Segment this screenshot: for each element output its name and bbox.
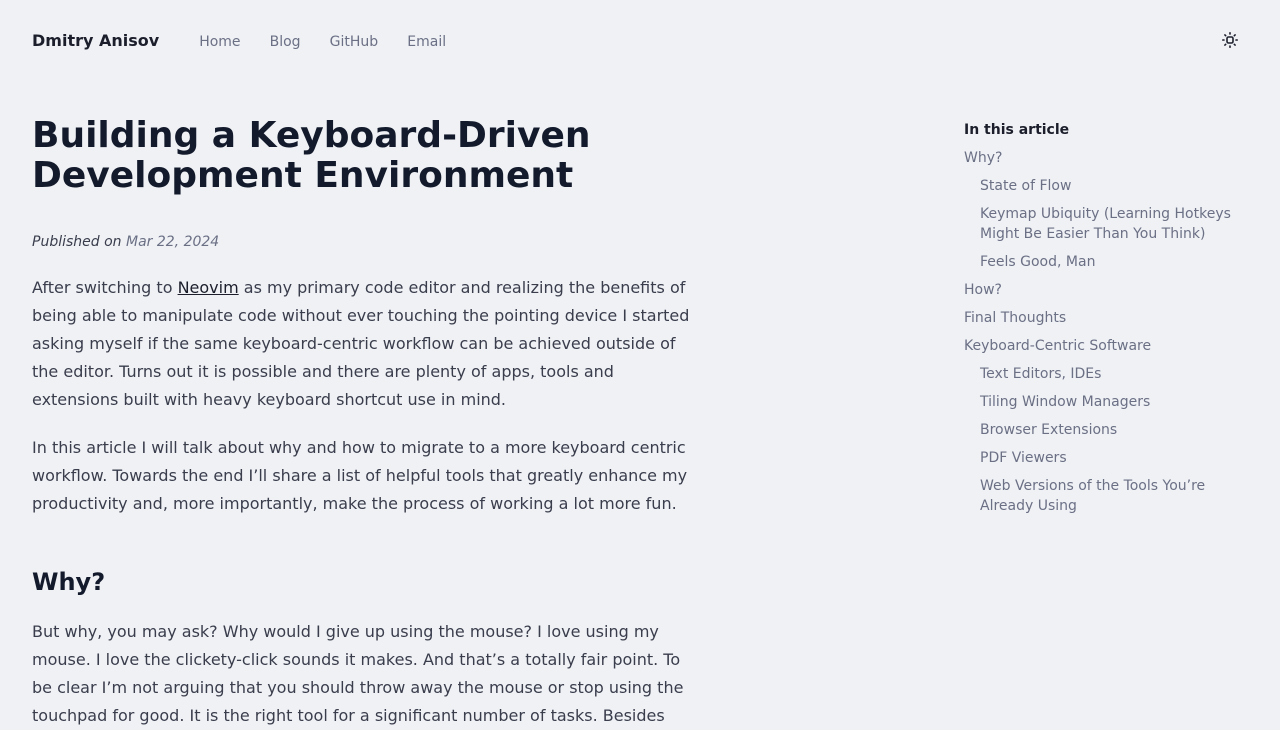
intro-paragraph-2: In this article I will talk about why an… — [32, 438, 688, 513]
main-nav: Home Blog GitHub Email — [199, 31, 470, 50]
toc-item-keyboard-centric-software[interactable]: Keyboard-Centric Software — [964, 336, 1254, 356]
published-label: Published on — [32, 234, 122, 250]
published-line: Published on Mar 22, 2024 — [32, 232, 696, 252]
intro-paragraph-1: After switching to Neovim as my primary … — [32, 274, 696, 414]
nav-blog[interactable]: Blog — [270, 34, 301, 50]
toc-item-how[interactable]: How? — [964, 280, 1254, 300]
article-title: Building a Keyboard-Driven Development E… — [32, 115, 591, 196]
toc-item-tiling-wm[interactable]: Tiling Window Managers — [964, 392, 1254, 412]
site-name-link[interactable]: Dmitry Anisov — [32, 31, 159, 50]
site-header: Dmitry Anisov Home Blog GitHub Email — [32, 28, 470, 52]
why-paragraph-1: But why, you may ask? Why would I give u… — [32, 622, 684, 725]
toc-item-keymap-ubiquity[interactable]: Keymap Ubiquity (Learning Hotkeys Might … — [964, 204, 1254, 244]
intro-p1-text-after: as my primary code editor and realizing … — [32, 278, 690, 409]
nav-email[interactable]: Email — [407, 34, 446, 50]
toc-item-pdf-viewers[interactable]: PDF Viewers — [964, 448, 1254, 468]
toc-item-state-of-flow[interactable]: State of Flow — [964, 176, 1254, 196]
published-date: Mar 22, 2024 — [126, 234, 220, 250]
toc-item-final-thoughts[interactable]: Final Thoughts — [964, 308, 1254, 328]
toc-item-why[interactable]: Why? — [964, 148, 1254, 168]
intro-p1-text-before: After switching to — [32, 278, 178, 297]
neovim-link[interactable]: Neovim — [178, 278, 239, 297]
nav-github[interactable]: GitHub — [330, 34, 379, 50]
toc-item-feels-good[interactable]: Feels Good, Man — [964, 252, 1254, 272]
toc-title: In this article — [964, 122, 1070, 138]
section-why-heading: Why? — [32, 568, 106, 596]
theme-toggle-button[interactable] — [1220, 30, 1240, 50]
sun-icon — [1222, 32, 1238, 48]
table-of-contents: In this article Why? State of Flow Keyma… — [964, 120, 1254, 524]
toc-item-web-versions[interactable]: Web Versions of the Tools You’re Already… — [964, 476, 1254, 516]
article: Building a Keyboard-Driven Development E… — [32, 116, 696, 730]
toc-item-browser-extensions[interactable]: Browser Extensions — [964, 420, 1254, 440]
nav-home[interactable]: Home — [199, 34, 240, 50]
toc-item-text-editors[interactable]: Text Editors, IDEs — [964, 364, 1254, 384]
